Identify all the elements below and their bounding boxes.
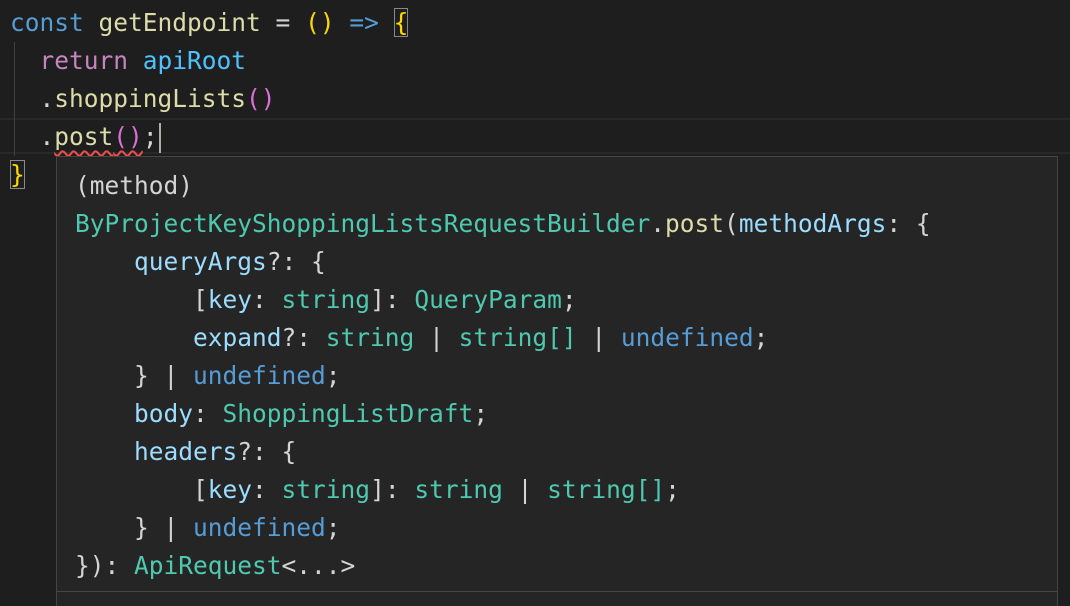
text-cursor [158, 123, 161, 153]
hover-queryparam-type: QueryParam [414, 285, 562, 314]
hover-divider [57, 591, 1057, 592]
hover-line-expand: expand?: string | string[] | undefined; [193, 323, 769, 352]
hover-return-type: ApiRequest [134, 551, 282, 580]
hover-string-array-type: string[] [547, 475, 666, 504]
hover-line-body: body: ShoppingListDraft; [134, 399, 489, 428]
hover-undefined: undefined [620, 323, 754, 352]
error-squiggle-span: post() [54, 122, 143, 151]
code-line-5[interactable]: } [10, 156, 25, 194]
hover-kind: (method) [75, 171, 194, 200]
variable-apiroot: apiRoot [142, 46, 247, 75]
hover-body: body [134, 399, 194, 428]
hover-line-headers-close: } | undefined; [75, 513, 341, 542]
assign-operator: = [260, 8, 306, 37]
call-parens: () [113, 122, 143, 151]
function-name: getEndpoint [98, 8, 261, 37]
code-line-3[interactable]: .shoppingLists() [10, 80, 276, 118]
hover-key: key [207, 285, 253, 314]
semicolon: ; [142, 122, 158, 151]
method-post: post [54, 122, 114, 151]
hover-headers: headers [134, 437, 238, 466]
hover-method-name: post [665, 209, 725, 238]
hover-undefined: undefined [193, 361, 326, 390]
member-dot: . [39, 84, 55, 113]
hover-key: key [207, 475, 253, 504]
keyword-const: const [10, 8, 84, 37]
hover-draft-type: ShoppingListDraft [222, 399, 474, 428]
member-dot: . [39, 122, 55, 151]
code-line-4[interactable]: .post(); [10, 118, 161, 156]
hover-line-headers-index: [key: string]: string | string[]; [75, 475, 680, 504]
hover-string-array-type: string[] [458, 323, 577, 352]
call-parens: () [246, 84, 276, 113]
arrow-operator: => [334, 8, 394, 37]
keyword-return: return [39, 46, 129, 75]
hover-line-queryargs: queryArgs?: { [134, 247, 326, 276]
hover-string-type: string [325, 323, 415, 352]
code-line-1[interactable]: const getEndpoint = () => { [10, 4, 409, 42]
hover-string-type: string [414, 475, 503, 504]
open-brace-matched: { [393, 8, 409, 37]
code-line-2[interactable]: return apiRoot [10, 42, 247, 80]
hover-line-kind: (method) [75, 167, 193, 205]
hover-return-generic: <...> [281, 551, 356, 580]
hover-line-headers: headers?: { [134, 437, 297, 466]
hover-line-queryargs-close: } | undefined; [75, 361, 341, 390]
hover-class-name: ByProjectKeyShoppingListsRequestBuilder [75, 209, 651, 238]
hover-line-signature: ByProjectKeyShoppingListsRequestBuilder.… [75, 209, 931, 238]
hover-queryargs: queryArgs [134, 247, 267, 276]
hover-line-return: }): ApiRequest<...> [75, 551, 356, 580]
hover-string-type: string [281, 475, 371, 504]
hover-line-index-signature: [key: string]: QueryParam; [75, 285, 577, 314]
hover-param-name: methodArgs [738, 209, 887, 238]
method-shoppinglists: shoppingLists [54, 84, 247, 113]
close-brace-matched: } [10, 160, 25, 189]
hover-tooltip: (method) ByProjectKeyShoppingListsReques… [56, 156, 1058, 606]
hover-undefined: undefined [193, 513, 326, 542]
param-parens: () [305, 8, 335, 37]
hover-string-type: string [281, 285, 371, 314]
hover-expand: expand [193, 323, 282, 352]
